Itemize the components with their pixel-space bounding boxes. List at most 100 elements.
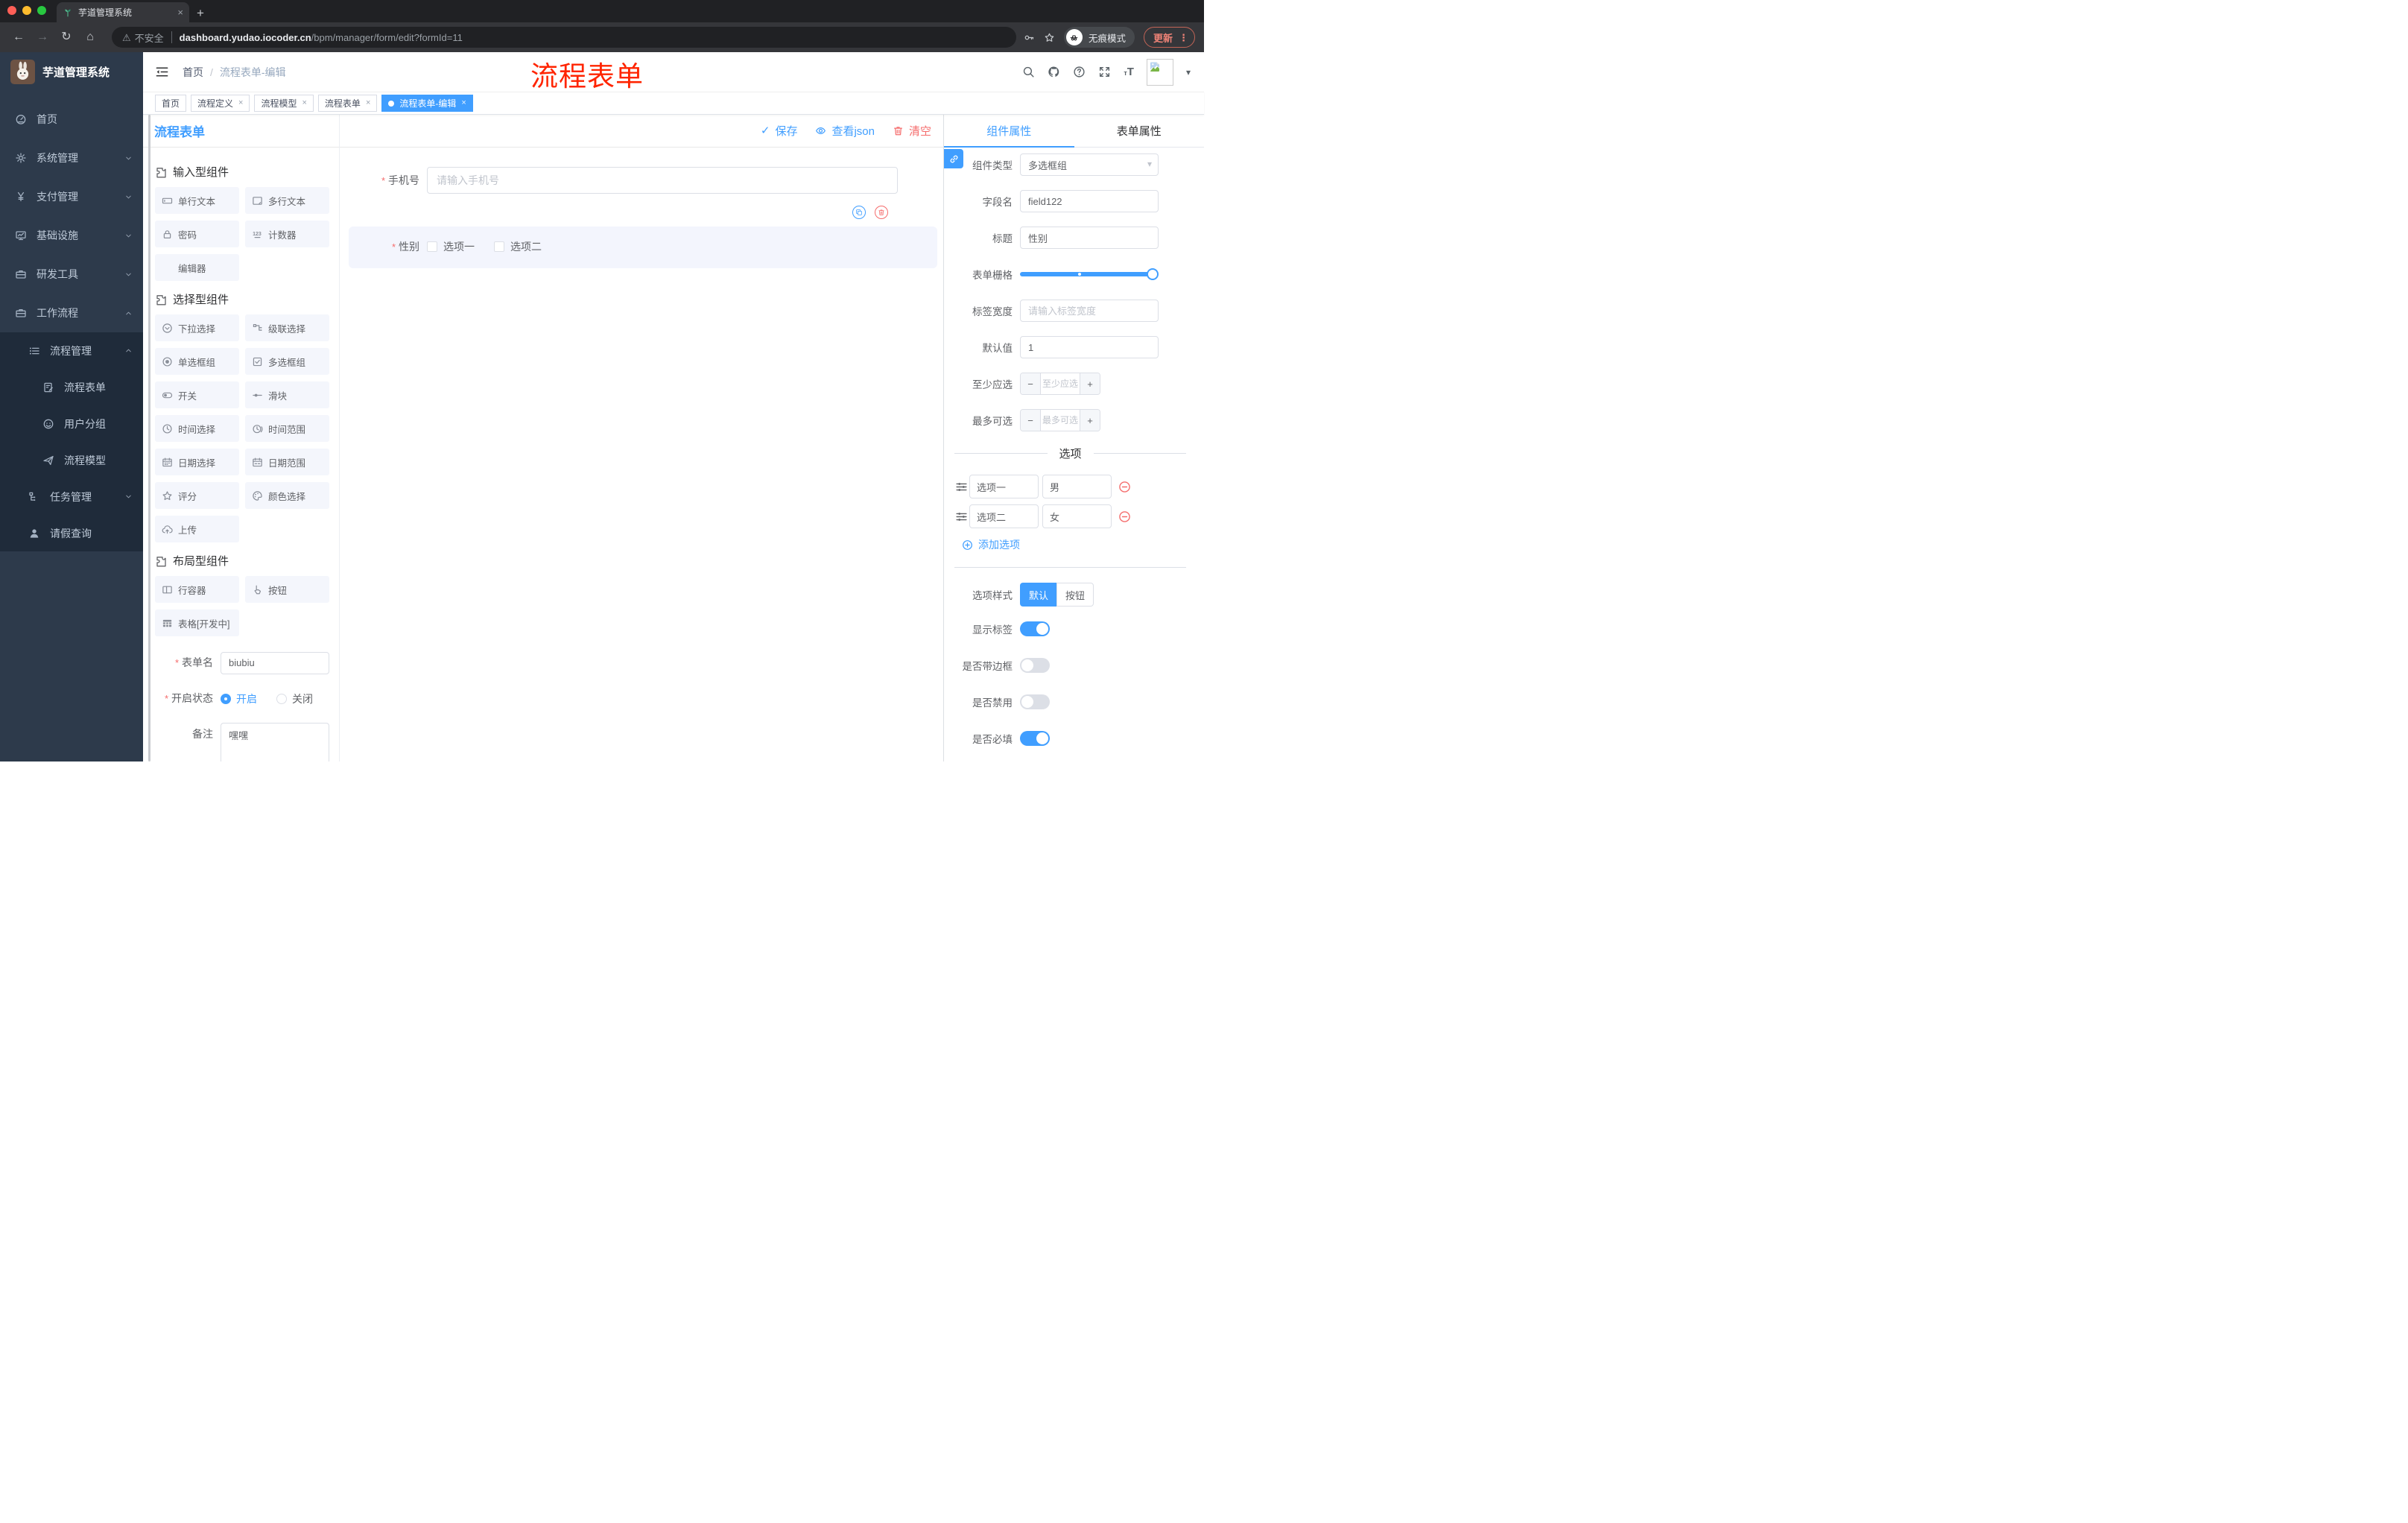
palette-item-表格[开发中][interactable]: 表格[开发中]	[155, 609, 239, 636]
new-tab-button[interactable]: +	[197, 7, 204, 19]
decrease-button[interactable]: −	[1021, 410, 1041, 431]
update-button[interactable]: 更新 ⋮	[1143, 27, 1195, 48]
window-controls[interactable]	[7, 0, 46, 22]
help-icon[interactable]	[1073, 66, 1086, 78]
forward-button[interactable]: →	[33, 28, 52, 47]
sidebar-item-工作流程[interactable]: 工作流程	[0, 294, 143, 332]
label-width-input[interactable]	[1020, 300, 1159, 322]
sidebar-item-流程管理[interactable]: 流程管理	[0, 332, 143, 369]
tab-流程定义[interactable]: 流程定义 ×	[191, 95, 250, 112]
close-tab-icon[interactable]: ×	[238, 99, 243, 107]
close-tab-icon[interactable]: ×	[461, 99, 466, 107]
palette-item-行容器[interactable]: 行容器	[155, 576, 239, 603]
option-style-button[interactable]: 按钮	[1056, 583, 1094, 607]
palette-item-计数器[interactable]: 123 计数器	[245, 221, 329, 247]
palette-item-时间范围[interactable]: 时间范围	[245, 415, 329, 442]
tab-表单属性[interactable]: 表单属性	[1074, 115, 1205, 147]
sidebar-item-首页[interactable]: 首页	[0, 100, 143, 139]
palette-item-时间选择[interactable]: 时间选择	[155, 415, 239, 442]
sidebar-item-流程模型[interactable]: 流程模型	[0, 442, 143, 478]
tab-流程表单[interactable]: 流程表单 ×	[317, 95, 378, 112]
sidebar-item-任务管理[interactable]: 任务管理	[0, 478, 143, 515]
decrease-button[interactable]: −	[1021, 373, 1041, 394]
option-label-input[interactable]	[969, 475, 1039, 498]
checkbox-box[interactable]	[494, 241, 504, 252]
min-select-input[interactable]	[1041, 373, 1080, 394]
palette-item-滑块[interactable]: 滑块	[245, 381, 329, 408]
remove-option-button[interactable]	[1118, 510, 1131, 523]
field-name-input[interactable]	[1020, 190, 1159, 212]
bookmark-star-icon[interactable]	[1044, 32, 1055, 43]
sidebar-item-请假查询[interactable]: 请假查询	[0, 515, 143, 551]
selected-field-gender[interactable]: 性别 选项一 选项二	[349, 206, 937, 268]
palette-item-日期选择[interactable]: 日期选择	[155, 449, 239, 475]
url-bar[interactable]: ⚠ 不安全 dashboard.yudao.iocoder.cn/bpm/man…	[112, 27, 1016, 48]
palette-item-级联选择[interactable]: 级联选择	[245, 314, 329, 341]
increase-button[interactable]: +	[1080, 373, 1100, 394]
default-value-input[interactable]	[1020, 336, 1159, 358]
palette-item-多选框组[interactable]: 多选框组	[245, 348, 329, 375]
保存-button[interactable]: ✓ 保存	[761, 123, 798, 139]
component-type-select[interactable]	[1020, 153, 1159, 176]
slider-handle[interactable]	[1147, 268, 1159, 280]
tab-组件属性[interactable]: 组件属性	[944, 115, 1074, 148]
form-remark-textarea[interactable]: 嘿嘿	[221, 723, 329, 762]
form-name-input[interactable]	[221, 651, 329, 674]
close-tab-icon[interactable]: ×	[366, 99, 370, 107]
palette-item-单选框组[interactable]: 单选框组	[155, 348, 239, 375]
sidebar-item-支付管理[interactable]: 支付管理	[0, 177, 143, 216]
breadcrumb-home[interactable]: 首页	[183, 65, 203, 80]
user-menu-caret-icon[interactable]: ▾	[1186, 68, 1191, 77]
close-tab-icon[interactable]: ×	[302, 99, 306, 107]
palette-item-颜色选择[interactable]: 颜色选择	[245, 482, 329, 509]
checkbox-选项二[interactable]: 选项二	[494, 239, 542, 254]
tab-流程模型[interactable]: 流程模型 ×	[254, 95, 314, 112]
清空-button[interactable]: 清空	[893, 123, 931, 139]
back-button[interactable]: ←	[9, 28, 28, 47]
sidebar-item-系统管理[interactable]: 系统管理	[0, 139, 143, 177]
toggle-是否必填[interactable]	[1020, 731, 1050, 746]
close-window-button[interactable]	[7, 6, 16, 15]
app-logo-row[interactable]: 芋道管理系统	[0, 52, 143, 91]
palette-item-开关[interactable]: 开关	[155, 381, 239, 408]
sidebar-item-流程表单[interactable]: 流程表单	[0, 369, 143, 405]
delete-field-button[interactable]	[875, 206, 888, 219]
title-input[interactable]	[1020, 227, 1159, 249]
option-value-input[interactable]	[1042, 504, 1112, 528]
home-button[interactable]: ⌂	[80, 28, 100, 47]
palette-item-编辑器[interactable]: 编辑器	[155, 254, 239, 281]
increase-button[interactable]: +	[1080, 410, 1100, 431]
phone-input[interactable]	[427, 167, 898, 194]
toggle-是否带边框[interactable]	[1020, 658, 1050, 673]
palette-item-单行文本[interactable]: 单行文本	[155, 187, 239, 214]
max-select-input[interactable]	[1041, 410, 1080, 431]
avatar[interactable]	[1146, 58, 1173, 86]
tab-流程表单-编辑[interactable]: 流程表单-编辑 ×	[381, 95, 473, 112]
toggle-是否禁用[interactable]	[1020, 694, 1050, 709]
github-icon[interactable]	[1048, 66, 1060, 78]
radio-开启[interactable]: 开启	[221, 691, 257, 706]
zoom-window-button[interactable]	[37, 6, 46, 15]
option-label-input[interactable]	[969, 504, 1039, 528]
查看json-button[interactable]: 查看json	[815, 123, 875, 139]
browser-tab[interactable]: 芋道管理系统 ×	[57, 2, 189, 22]
tab-首页[interactable]: 首页	[155, 95, 187, 112]
option-value-input[interactable]	[1042, 475, 1112, 498]
checkbox-box[interactable]	[427, 241, 437, 252]
search-icon[interactable]	[1022, 66, 1035, 78]
password-key-icon[interactable]	[1024, 32, 1035, 43]
checkbox-选项一[interactable]: 选项一	[427, 239, 475, 254]
duplicate-field-button[interactable]	[852, 206, 866, 219]
browser-menu-icon[interactable]: ⋮	[1179, 33, 1188, 42]
option-style-default[interactable]: 默认	[1020, 583, 1057, 607]
sidebar-item-研发工具[interactable]: 研发工具	[0, 255, 143, 294]
sidebar-item-用户分组[interactable]: 用户分组	[0, 405, 143, 442]
toggle-显示标签[interactable]	[1020, 621, 1050, 636]
link-handle-icon[interactable]	[944, 149, 963, 168]
fullscreen-icon[interactable]	[1098, 66, 1111, 78]
canvas-body[interactable]: 手机号 性别 选项一 选项二	[340, 148, 943, 762]
palette-item-多行文本[interactable]: 多行文本	[245, 187, 329, 214]
form-grid-slider[interactable]	[1020, 263, 1159, 285]
palette-item-下拉选择[interactable]: 下拉选择	[155, 314, 239, 341]
palette-item-按钮[interactable]: 按钮	[245, 576, 329, 603]
